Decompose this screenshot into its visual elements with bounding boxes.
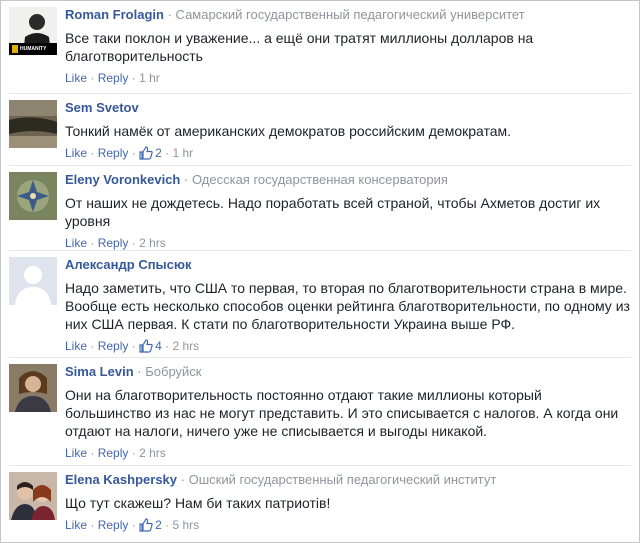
- timestamp[interactable]: 2 hrs: [139, 446, 166, 460]
- comment: Elena Kashpersky · Ошский государственны…: [1, 466, 639, 542]
- avatar[interactable]: HUMANITY: [9, 7, 57, 55]
- commenter-affiliation[interactable]: Бобруйск: [145, 364, 201, 379]
- commenter-name[interactable]: Roman Frolagin: [65, 7, 164, 22]
- thumbs-up-icon[interactable]: [139, 518, 153, 535]
- comments-panel: HUMANITY Roman Frolagin · Самарский госу…: [0, 0, 640, 543]
- comment-actions: Like · Reply · 2 · 1 hr: [65, 146, 631, 163]
- separator: ·: [165, 146, 170, 160]
- reply-link[interactable]: Reply: [98, 446, 129, 460]
- commenter-affiliation[interactable]: Одесская государственная консерватория: [192, 172, 448, 187]
- separator: ·: [90, 518, 95, 532]
- separator: ·: [183, 172, 189, 187]
- separator: ·: [165, 339, 170, 353]
- separator: ·: [180, 472, 185, 487]
- commenter-name[interactable]: Sima Levin: [65, 364, 134, 379]
- timestamp[interactable]: 1 hr: [172, 146, 193, 160]
- reply-link[interactable]: Reply: [98, 518, 129, 532]
- comment: Eleny Voronkevich · Одесская государстве…: [1, 166, 639, 250]
- separator: ·: [137, 364, 142, 379]
- comment-text: Тонкий намёк от американских демократов …: [65, 123, 512, 139]
- separator: ·: [131, 71, 136, 85]
- reply-link[interactable]: Reply: [98, 236, 129, 250]
- comment: HUMANITY Roman Frolagin · Самарский госу…: [1, 1, 639, 93]
- like-link[interactable]: Like: [65, 446, 87, 460]
- avatar[interactable]: [9, 172, 57, 220]
- avatar[interactable]: [9, 100, 57, 148]
- separator: ·: [90, 236, 95, 250]
- comment-actions: Like · Reply · 2 · 5 hrs: [65, 518, 631, 535]
- timestamp[interactable]: 2 hrs: [172, 339, 199, 353]
- commenter-affiliation[interactable]: Самарский государственный педагогический…: [176, 7, 525, 22]
- separator: ·: [131, 446, 136, 460]
- avatar[interactable]: [9, 364, 57, 412]
- thumbs-up-icon[interactable]: [139, 339, 153, 356]
- like-count[interactable]: 2: [155, 518, 162, 532]
- reply-link[interactable]: Reply: [98, 146, 129, 160]
- timestamp[interactable]: 1 hr: [139, 71, 160, 85]
- separator: ·: [131, 518, 136, 532]
- commenter-name[interactable]: Александр Спысюк: [65, 257, 192, 272]
- like-count[interactable]: 2: [155, 146, 162, 160]
- commenter-name[interactable]: Elena Kashpersky: [65, 472, 177, 487]
- reply-link[interactable]: Reply: [98, 339, 129, 353]
- separator: ·: [90, 146, 95, 160]
- commenter-name[interactable]: Sem Svetov: [65, 100, 139, 115]
- like-link[interactable]: Like: [65, 236, 87, 250]
- comment-actions: Like · Reply · 4 · 2 hrs: [65, 339, 631, 356]
- comment-text: Що тут скажеш? Нам би таких патриотів!: [65, 495, 331, 511]
- commenter-affiliation[interactable]: Ошский государственный педагогический ин…: [189, 472, 497, 487]
- commenter-name[interactable]: Eleny Voronkevich: [65, 172, 180, 187]
- separator: ·: [90, 71, 95, 85]
- separator: ·: [131, 236, 136, 250]
- comment-actions: Like · Reply · 2 hrs: [65, 446, 631, 460]
- separator: ·: [165, 518, 170, 532]
- separator: ·: [131, 339, 136, 353]
- separator: ·: [167, 7, 172, 22]
- like-count[interactable]: 4: [155, 339, 162, 353]
- avatar-caption: HUMANITY: [20, 46, 47, 52]
- timestamp[interactable]: 2 hrs: [139, 236, 166, 250]
- separator: ·: [90, 446, 95, 460]
- like-link[interactable]: Like: [65, 518, 87, 532]
- like-link[interactable]: Like: [65, 146, 87, 160]
- comment: Sem Svetov Тонкий намёк от американских …: [1, 94, 639, 165]
- comment-text: Надо заметить, что США то первая, то вто…: [65, 280, 630, 332]
- like-link[interactable]: Like: [65, 339, 87, 353]
- comment-text: От наших не дождетесь. Надо поработать в…: [65, 195, 601, 229]
- comment: Александр Спысюк Надо заметить, что США …: [1, 251, 639, 355]
- reply-link[interactable]: Reply: [98, 71, 129, 85]
- timestamp[interactable]: 5 hrs: [172, 518, 199, 532]
- avatar[interactable]: [9, 472, 57, 520]
- thumbs-up-icon[interactable]: [139, 146, 153, 163]
- comment: Sima Levin · Бобруйск Они на благотворит…: [1, 358, 639, 462]
- comment-actions: Like · Reply · 2 hrs: [65, 236, 631, 250]
- comment-text: Все таки поклон и уважение... а ещё они …: [65, 30, 534, 64]
- avatar[interactable]: [9, 257, 57, 305]
- separator: ·: [90, 339, 95, 353]
- separator: ·: [131, 146, 136, 160]
- like-link[interactable]: Like: [65, 71, 87, 85]
- comment-actions: Like · Reply · 1 hr: [65, 71, 631, 85]
- comment-text: Они на благотворительность постоянно отд…: [65, 387, 619, 439]
